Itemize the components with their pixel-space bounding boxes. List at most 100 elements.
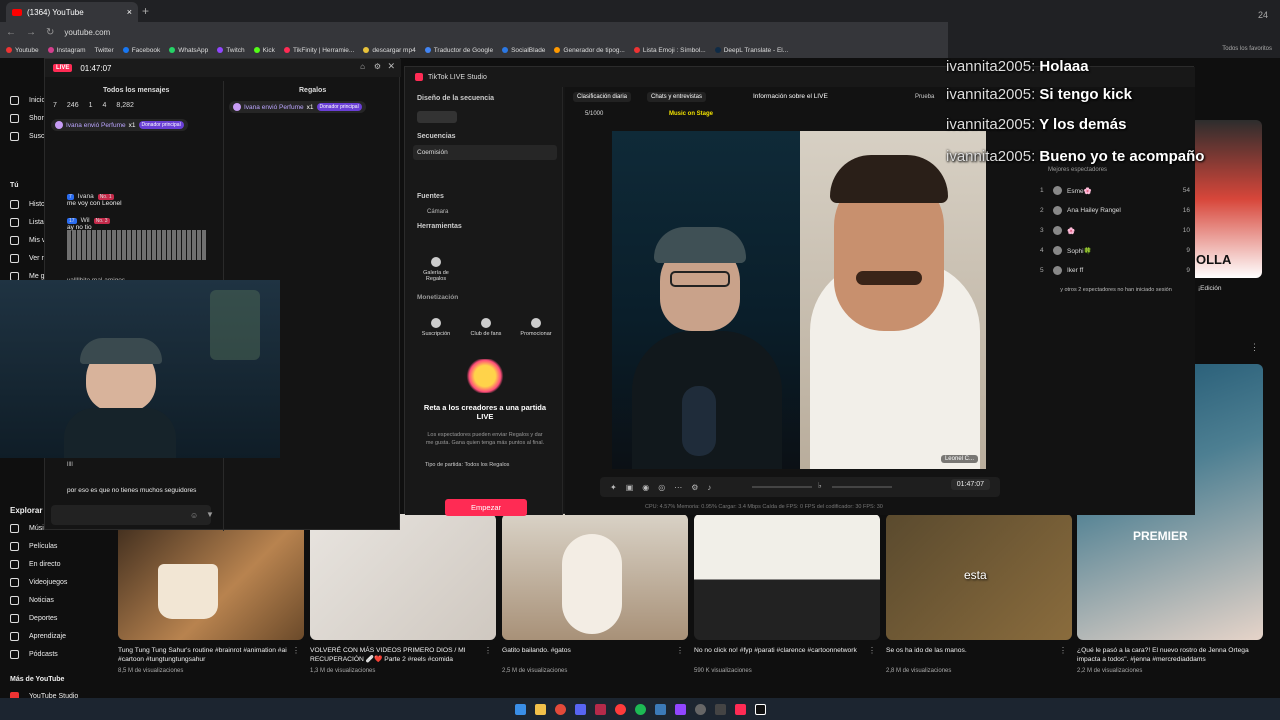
bookmark-item[interactable]: DeepL Translate - El... xyxy=(714,47,788,54)
video-thumbnail[interactable] xyxy=(310,514,496,640)
bookmark-item[interactable]: Lista Emoji : Símbol... xyxy=(633,47,706,54)
viewer-row[interactable]: 5 Iker ff 9 xyxy=(1040,266,1190,275)
video-thumbnail[interactable] xyxy=(502,514,688,640)
settings-icon[interactable]: ⚙ xyxy=(691,483,698,492)
bookmark-item[interactable]: Instagram xyxy=(47,47,86,54)
viewer-row[interactable]: 1 Esme🌸 54 xyxy=(1040,186,1190,195)
test-label[interactable]: Prueba xyxy=(915,94,934,100)
sidebar-item-news[interactable]: Noticias xyxy=(10,596,54,605)
chat-input[interactable] xyxy=(51,505,211,525)
new-tab-button[interactable]: + xyxy=(142,4,149,18)
more-icon[interactable]: ⋮ xyxy=(484,646,492,655)
reload-icon[interactable]: ↻ xyxy=(46,27,54,38)
bookmark-item[interactable]: Twitch xyxy=(217,47,245,54)
app-icon[interactable] xyxy=(594,703,606,715)
bookmark-item[interactable]: Kick xyxy=(253,47,275,54)
sidebar-item-live[interactable]: En directo xyxy=(10,560,61,569)
viewer-row[interactable]: 3 🌸 10 xyxy=(1040,226,1190,235)
bookmark-item[interactable]: TikFinity | Herramie... xyxy=(283,47,354,54)
tab-chats[interactable]: Chats y entrevistas xyxy=(647,92,707,102)
more-icon[interactable]: ⋮ xyxy=(676,646,684,655)
url-field[interactable]: youtube.com xyxy=(64,28,110,37)
sidebar-section-you[interactable]: Tú xyxy=(10,182,19,189)
discord-icon[interactable] xyxy=(574,703,586,715)
microphone-icon[interactable]: ♭ xyxy=(818,481,822,490)
sidebar-item-podcasts[interactable]: Pódcasts xyxy=(10,650,58,659)
mic-slider[interactable] xyxy=(832,486,892,488)
effects-icon[interactable]: ✦ xyxy=(610,483,617,492)
viewer-row[interactable]: 4 Sophi🍀 9 xyxy=(1040,246,1190,255)
more-icon[interactable]: ⋮ xyxy=(1250,342,1259,353)
chrome-icon[interactable] xyxy=(554,703,566,715)
sidebar-item-sports[interactable]: Deportes xyxy=(10,614,57,623)
settings-icon[interactable]: ⚙ xyxy=(374,62,381,71)
more-icon[interactable]: ⋯ xyxy=(674,483,682,492)
layout-icon[interactable]: ▣ xyxy=(626,483,634,492)
tiktok-icon[interactable] xyxy=(734,703,746,715)
bookmark-item[interactable]: Youtube xyxy=(6,47,39,54)
promote-tool[interactable]: Promocionar xyxy=(514,318,558,337)
video-title[interactable]: ¿Qué le pasó a la cara?! El nuevo rostro… xyxy=(1077,646,1253,664)
bookmark-item[interactable]: Traductor de Google xyxy=(424,47,493,54)
column-all-messages[interactable]: Todos los mensajes xyxy=(103,87,169,94)
sidebar-item-home[interactable]: Inicio xyxy=(10,96,45,105)
camera-icon[interactable]: ◎ xyxy=(658,483,665,492)
sidebar-item-learning[interactable]: Aprendizaje xyxy=(10,632,66,641)
record-icon[interactable]: ◉ xyxy=(642,483,649,492)
tiktok-studio-icon[interactable] xyxy=(754,703,766,715)
all-favorites-link[interactable]: Todos los favoritos xyxy=(1222,46,1272,52)
fan-club-tool[interactable]: Club de fans xyxy=(464,318,508,337)
filter-icon[interactable]: ▼ xyxy=(206,510,214,519)
app-icon[interactable] xyxy=(614,703,626,715)
browser-tab[interactable]: (1364) YouTube × xyxy=(6,2,138,22)
match-type-select[interactable]: Tipo de partida: Todos los Regalos xyxy=(425,462,509,468)
bookmark-item[interactable]: descargar mp4 xyxy=(363,47,416,54)
tab-title: (1364) YouTube xyxy=(27,7,84,17)
video-title[interactable]: Tung Tung Tung Sahur's routine #brainrot… xyxy=(118,646,294,664)
forward-icon[interactable]: → xyxy=(26,27,36,38)
video-thumbnail[interactable] xyxy=(694,514,880,640)
video-title[interactable]: Se os ha ido de las manos. xyxy=(886,646,1062,655)
gift-gallery-tool[interactable]: Galería de Regalos xyxy=(414,257,458,282)
bookmark-item[interactable]: Generador de tipog... xyxy=(554,47,625,54)
source-camera[interactable]: Cámara xyxy=(427,209,448,215)
file-explorer-icon[interactable] xyxy=(534,703,546,715)
video-thumbnail[interactable]: esta xyxy=(886,514,1072,640)
start-button[interactable]: Empezar xyxy=(445,499,527,516)
sidebar-item-movies[interactable]: Películas xyxy=(10,542,57,551)
obs-icon[interactable] xyxy=(694,703,706,715)
volume-slider[interactable] xyxy=(752,486,812,488)
more-icon[interactable]: ⋮ xyxy=(868,646,876,655)
spotify-icon[interactable] xyxy=(634,703,646,715)
app-icon[interactable] xyxy=(714,703,726,715)
video-title[interactable]: No no click no! #fyp #parati #clarence #… xyxy=(694,646,870,655)
column-gifts[interactable]: Regalos xyxy=(299,87,326,94)
sidebar-item-lists[interactable]: Listas xyxy=(10,218,47,227)
bookmark-item[interactable]: Twitter xyxy=(95,47,114,54)
bookmark-item[interactable]: WhatsApp xyxy=(169,47,208,54)
subscription-tool[interactable]: Suscripción xyxy=(414,318,458,337)
layout-portrait-button[interactable] xyxy=(417,111,457,123)
steam-icon[interactable] xyxy=(654,703,666,715)
viewer-row[interactable]: 2 Ana Hailey Rangel 16 xyxy=(1040,206,1190,215)
close-icon[interactable]: ✕ xyxy=(387,61,395,72)
emoji-icon[interactable]: ☺ xyxy=(190,511,198,520)
more-icon[interactable]: ⋮ xyxy=(292,646,300,655)
live-info-link[interactable]: Información sobre el LIVE xyxy=(753,93,828,100)
start-icon[interactable] xyxy=(514,703,526,715)
close-tab-icon[interactable]: × xyxy=(127,7,132,17)
minimize-icon[interactable]: ⌂ xyxy=(360,62,365,71)
back-icon[interactable]: ← xyxy=(6,27,16,38)
sidebar-item-gaming[interactable]: Videojuegos xyxy=(10,578,67,587)
volume-icon[interactable]: ♪ xyxy=(707,483,711,492)
bookmark-item[interactable]: SocialBlade xyxy=(502,47,545,54)
video-thumbnail[interactable] xyxy=(118,514,304,640)
guest-name-label[interactable]: Leonel C... xyxy=(940,455,978,463)
video-title[interactable]: Gatito bailando. #gatos xyxy=(502,646,678,655)
app-icon[interactable] xyxy=(674,703,686,715)
tab-daily-ranking[interactable]: Clasificación diaria xyxy=(573,92,632,102)
bookmark-item[interactable]: Facebook xyxy=(122,47,160,54)
more-icon[interactable]: ⋮ xyxy=(1059,646,1067,655)
video-title[interactable]: VOLVERÉ CON MÁS VIDEOS PRIMERO DIOS / MI… xyxy=(310,646,486,664)
sequence-item[interactable]: Coemisión xyxy=(413,145,557,160)
